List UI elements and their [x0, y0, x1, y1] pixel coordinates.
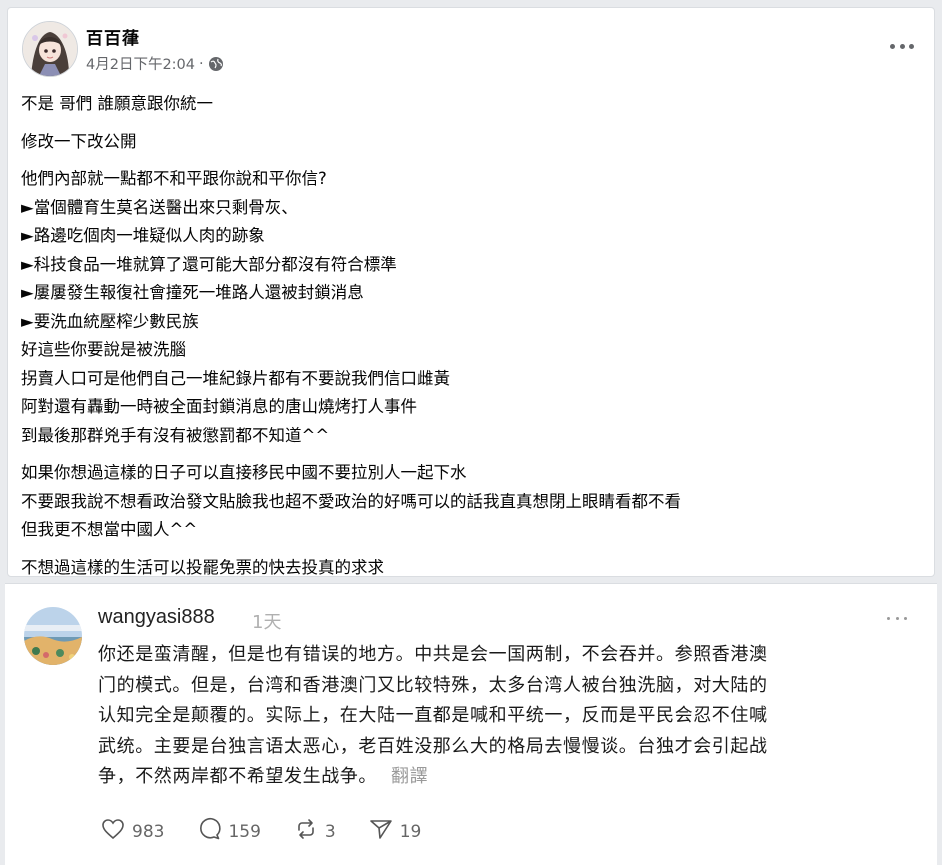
author-avatar[interactable]	[22, 21, 78, 77]
repost-icon	[293, 816, 319, 847]
comment-action-bar: 983 159 3 19	[100, 816, 453, 847]
comment-line: 门的模式。但是，台湾和香港澳门又比较特殊，太多台湾人被台独洗脑，对大陆的	[98, 674, 768, 696]
post-paragraph: 修改一下改公開	[21, 128, 921, 157]
comment-bubble-icon	[196, 816, 222, 847]
comment-line: 你还是蛮清醒，但是也有错误的地方。中共是会一国两制，不会吞并。参照香港澳	[98, 644, 768, 665]
post-line: 拐賣人口可是他們自己一堆紀錄片都有不要說我們信口雌黃	[21, 368, 450, 388]
comment-text: 你还是蛮清醒，但是也有错误的地方。中共是会一国两制，不会吞并。参照香港澳 门的模…	[98, 640, 913, 793]
post-line: 不想過這樣的生活可以投罷免票的快去投真的求求	[21, 557, 384, 577]
author-name[interactable]: 百百葎	[86, 24, 140, 49]
post-line: 不是 哥們 誰願意跟你統一	[21, 94, 213, 113]
comment-time: 1天	[252, 612, 282, 633]
post-line: ►當個體育生莫名送醫出來只剩骨灰、	[21, 197, 298, 217]
post-line: 如果你想過這樣的日子可以直接移民中國不要拉別人一起下水	[21, 463, 467, 482]
post-more-options-icon[interactable]	[890, 44, 914, 52]
comment-count: 159	[228, 821, 261, 842]
comment-line-last: 争，不然两岸都不希望发生战争。 翻譯	[98, 762, 913, 793]
post-line: 好這些你要說是被洗腦	[21, 340, 186, 359]
comment-line: 争，不然两岸都不希望发生战争。	[98, 766, 377, 787]
post-paragraph: 不是 哥們 誰願意跟你統一	[21, 90, 921, 119]
repost-button[interactable]: 3	[293, 816, 336, 847]
heart-icon	[100, 816, 126, 847]
post-line: 到最後那群兇手有沒有被懲罰都不知道^^	[21, 425, 330, 445]
comment-card: wangyasi888 1天 你还是蛮清醒，但是也有错误的地方。中共是会一国两制…	[5, 583, 937, 865]
post-line: 不要跟我說不想看政治發文貼臉我也超不愛政治的好嗎可以的話我直真想閉上眼睛看都不看	[21, 491, 681, 511]
share-count: 19	[399, 821, 422, 842]
commenter-username[interactable]: wangyasi888	[98, 606, 215, 629]
post-line: 阿對還有轟動一時被全面封鎖消息的唐山燒烤打人事件	[21, 397, 417, 416]
post-line: 他們內部就一點都不和平跟你說和平你信?	[21, 169, 327, 188]
post-paragraph: 他們內部就一點都不和平跟你說和平你信? ►當個體育生莫名送醫出來只剩骨灰、 ►路…	[21, 165, 921, 450]
like-count: 983	[132, 821, 165, 842]
post-body: 不是 哥們 誰願意跟你統一 修改一下改公開 他們內部就一點都不和平跟你說和平你信…	[21, 90, 921, 591]
post-card: 百百葎 4月2日下午2:04 · 不是 哥們 誰願意跟你統一 修改一下改公開 他…	[7, 7, 935, 577]
comment-line: 武统。主要是台独言语太恶心，老百姓没那么大的格局去慢慢谈。台独才会引起战	[98, 735, 768, 757]
reply-button[interactable]: 159	[196, 816, 261, 847]
landscape-avatar-image	[24, 607, 82, 665]
post-timestamp[interactable]: 4月2日下午2:04	[86, 53, 195, 74]
post-line: 修改一下改公開	[21, 131, 137, 151]
post-line: ►科技食品一堆就算了還可能大部分都沒有符合標準	[21, 254, 397, 274]
post-line: ►要洗血統壓榨少數民族	[21, 311, 199, 331]
globe-icon[interactable]	[208, 56, 224, 72]
post-paragraph: 如果你想過這樣的日子可以直接移民中國不要拉別人一起下水 不要跟我說不想看政治發文…	[21, 459, 921, 545]
comment-more-options-icon[interactable]	[887, 617, 907, 621]
post-line: ►路邊吃個肉一堆疑似人肉的跡象	[21, 226, 265, 245]
translate-link[interactable]: 翻譯	[391, 766, 428, 787]
like-button[interactable]: 983	[100, 816, 164, 847]
anime-avatar-image	[23, 22, 77, 76]
post-line: ►屢屢發生報復社會撞死一堆路人還被封鎖消息	[21, 283, 364, 302]
post-paragraph: 不想過這樣的生活可以投罷免票的快去投真的求求	[21, 554, 921, 583]
comment-line: 认知完全是颠覆的。实际上，在大陆一直都是喊和平统一，反而是平民会忍不住喊	[98, 705, 768, 726]
repost-count: 3	[324, 821, 336, 842]
commenter-avatar[interactable]	[24, 607, 82, 665]
send-icon	[368, 816, 394, 847]
share-button[interactable]: 19	[368, 816, 422, 847]
post-line: 但我更不想當中國人^^	[21, 520, 198, 539]
post-meta: 4月2日下午2:04 ·	[86, 53, 224, 74]
meta-separator: ·	[199, 55, 204, 72]
